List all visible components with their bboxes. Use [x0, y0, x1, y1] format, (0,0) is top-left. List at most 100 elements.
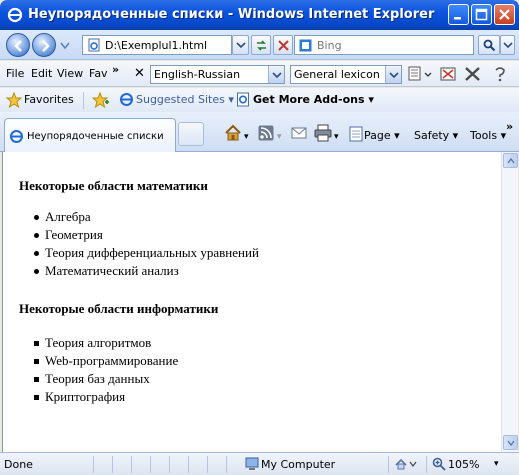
refresh-button[interactable] [251, 35, 271, 55]
separator [188, 456, 189, 473]
window-title: Неупорядоченные списки - Windows Interne… [28, 7, 435, 22]
separator [226, 456, 227, 473]
list-item: Теория баз данных [19, 370, 178, 388]
get-addons-link[interactable]: Get More Add-ons ▾ [253, 93, 374, 106]
minimize-button[interactable] [448, 4, 469, 25]
maximize-button[interactable] [471, 4, 492, 25]
navigation-bar: D:\Exemplul1.html Bing [0, 30, 519, 60]
print-icon[interactable] [314, 124, 332, 142]
chevron-down-icon [507, 440, 515, 446]
help-icon[interactable] [492, 66, 508, 82]
tools-icon[interactable] [464, 66, 481, 82]
chevron-down-icon [385, 66, 401, 83]
scroll-down-button[interactable] [503, 435, 518, 450]
menu-edit[interactable]: Edit [31, 67, 52, 80]
list-item: Web-программирование [19, 352, 178, 370]
address-text: D:\Exemplul1.html [105, 39, 208, 52]
ie-page-icon [120, 93, 133, 106]
ie-icon [7, 7, 23, 23]
page-icon [88, 38, 100, 52]
page-menu[interactable]: Page ▾ [364, 129, 400, 142]
search-icon [483, 39, 496, 52]
address-bar[interactable]: D:\Exemplul1.html [82, 35, 232, 55]
separator [112, 456, 113, 473]
favorites-button[interactable]: Favorites [24, 93, 74, 106]
protected-mode-icon[interactable] [395, 457, 417, 471]
list-item: Математический анализ [19, 262, 259, 280]
scroll-up-button[interactable] [503, 153, 518, 168]
history-dropdown-icon[interactable] [60, 42, 70, 50]
tab-bar: Неупорядоченные списки ▾ ▾ ▾ Page ▾ Safe… [0, 112, 519, 152]
page-menu-icon [349, 126, 363, 142]
search-button[interactable] [478, 35, 500, 55]
home-dropdown[interactable]: ▾ [244, 132, 249, 142]
command-overflow[interactable]: » [506, 120, 513, 133]
close-toolbar-button[interactable]: ✕ [134, 66, 145, 81]
separator [93, 456, 94, 473]
separator [207, 456, 208, 473]
list-item: Теория алгоритмов [19, 334, 178, 352]
favorites-star-icon [6, 92, 22, 108]
address-dropdown-button[interactable] [232, 35, 249, 55]
mail-icon[interactable] [291, 126, 307, 140]
ie-tab-icon [10, 130, 23, 143]
suggested-sites-link[interactable]: Suggested Sites ▾ [136, 93, 234, 106]
ie-page-icon [237, 92, 249, 107]
new-tab-button[interactable] [178, 122, 204, 146]
dictionary-icon[interactable] [440, 66, 456, 82]
translation-direction-select[interactable]: English-Russian [150, 65, 285, 84]
cs-list: Теория алгоритмов Web-программирование Т… [19, 334, 178, 406]
heading-math: Некоторые области математики [19, 178, 208, 193]
separator [388, 456, 389, 473]
menu-file[interactable]: File [6, 67, 24, 80]
chevron-down-icon [503, 42, 513, 49]
search-options-button[interactable] [500, 35, 515, 55]
back-button[interactable] [6, 33, 30, 57]
zone-text: My Computer [261, 458, 336, 471]
my-computer-icon [245, 457, 259, 470]
separator [131, 456, 132, 473]
forward-button[interactable] [32, 33, 56, 57]
search-input[interactable]: Bing [294, 35, 474, 55]
tools-menu[interactable]: Tools ▾ [470, 129, 506, 142]
back-icon [14, 40, 22, 52]
zoom-dropdown[interactable]: ▾ [494, 459, 499, 469]
feeds-icon[interactable] [258, 125, 274, 141]
menu-favorites[interactable]: Fav [89, 67, 108, 80]
refresh-icon [257, 40, 266, 51]
close-button[interactable] [494, 4, 515, 25]
list-item: Криптография [19, 388, 178, 406]
zoom-level[interactable]: 105% [448, 458, 479, 471]
maximize-icon [475, 8, 488, 21]
stop-button[interactable] [273, 35, 293, 55]
stop-icon [278, 40, 289, 51]
chevron-down-icon [268, 66, 284, 83]
minimize-icon [454, 17, 461, 20]
list-item: Теория дифференциальных уравнений [19, 244, 259, 262]
search-placeholder: Bing [317, 39, 342, 52]
page-content: Некоторые области математики Алгебра Гео… [2, 152, 501, 452]
heading-cs: Некоторые области информатики [19, 301, 219, 316]
home-icon[interactable] [224, 124, 242, 142]
print-dropdown[interactable]: ▾ [334, 132, 339, 142]
lexicon-value: General lexicon [294, 68, 380, 81]
separator [426, 456, 427, 473]
forward-icon [42, 40, 50, 52]
chevron-down-icon [236, 42, 246, 49]
vertical-scrollbar[interactable] [501, 152, 518, 452]
zoom-icon[interactable] [432, 457, 446, 471]
feeds-dropdown[interactable]: ▾ [277, 132, 282, 142]
menu-view[interactable]: View [57, 67, 83, 80]
title-bar: Неупорядоченные списки - Windows Interne… [0, 0, 519, 30]
lexicon-select[interactable]: General lexicon [290, 65, 402, 84]
add-favorite-icon[interactable] [92, 92, 110, 108]
status-bar: Done My Computer 105% ▾ [0, 452, 519, 475]
separator [169, 456, 170, 473]
safety-menu[interactable]: Safety ▾ [414, 129, 458, 142]
menu-bar: File Edit View Fav » ✕ English-Russian G… [0, 61, 519, 87]
list-item: Алгебра [19, 208, 259, 226]
tab-active[interactable]: Неупорядоченные списки [4, 118, 176, 152]
translate-document-icon[interactable] [408, 66, 432, 82]
menu-overflow[interactable]: » [112, 63, 119, 76]
favorites-bar: Favorites Suggested Sites ▾ Get More Add… [0, 88, 519, 112]
